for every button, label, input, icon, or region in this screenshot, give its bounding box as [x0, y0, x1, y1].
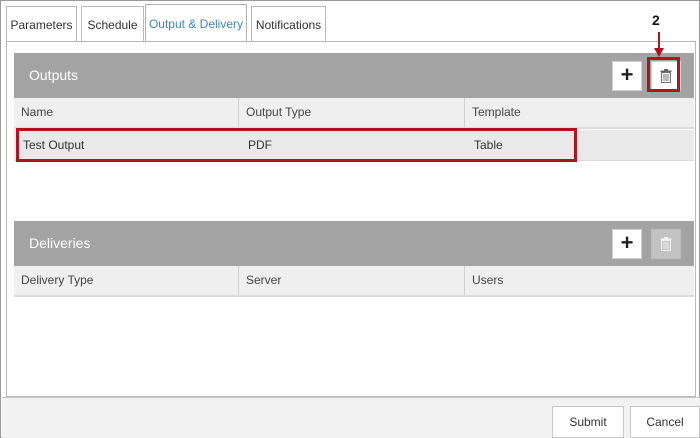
column-users[interactable]: Users [465, 266, 694, 295]
tab-parameters[interactable]: Parameters [6, 6, 77, 42]
deliveries-header: Deliveries + [14, 221, 694, 266]
trash-icon [660, 237, 672, 251]
add-output-button[interactable]: + [612, 61, 642, 91]
column-delivery-type[interactable]: Delivery Type [14, 266, 239, 295]
outputs-header: Outputs + [14, 53, 694, 98]
trash-icon [660, 69, 672, 83]
column-template[interactable]: Template [465, 98, 694, 127]
submit-button[interactable]: Submit [552, 406, 624, 438]
cell-name: Test Output [23, 138, 85, 152]
tab-schedule[interactable]: Schedule [81, 6, 144, 42]
column-name[interactable]: Name [14, 98, 239, 127]
delete-delivery-button[interactable] [651, 229, 681, 259]
deliveries-column-header: Delivery Type Server Users [14, 266, 694, 297]
callout-number: 2 [652, 12, 660, 28]
add-delivery-button[interactable]: + [612, 229, 642, 259]
callout-arrow-icon [654, 32, 664, 57]
tab-notifications[interactable]: Notifications [251, 6, 326, 42]
table-row[interactable]: Test Output PDF Table [14, 130, 694, 161]
delete-output-button[interactable] [651, 61, 681, 91]
column-server[interactable]: Server [239, 266, 465, 295]
plus-icon: + [620, 230, 634, 255]
deliveries-title: Deliveries [29, 235, 91, 251]
outputs-title: Outputs [29, 67, 79, 83]
cell-template: Table [474, 138, 503, 152]
cell-output-type: PDF [248, 138, 272, 152]
outputs-column-header: Name Output Type Template [14, 98, 694, 129]
dialog-footer: Submit Cancel [2, 397, 700, 438]
column-output-type[interactable]: Output Type [239, 98, 465, 127]
tab-content-panel: Outputs + Name Output Type Template Test… [6, 41, 696, 397]
tab-output-delivery[interactable]: Output & Delivery [145, 4, 247, 43]
dialog-frame: Parameters Schedule Output & Delivery No… [0, 0, 700, 438]
cancel-button[interactable]: Cancel [630, 406, 700, 438]
plus-icon: + [620, 62, 634, 87]
